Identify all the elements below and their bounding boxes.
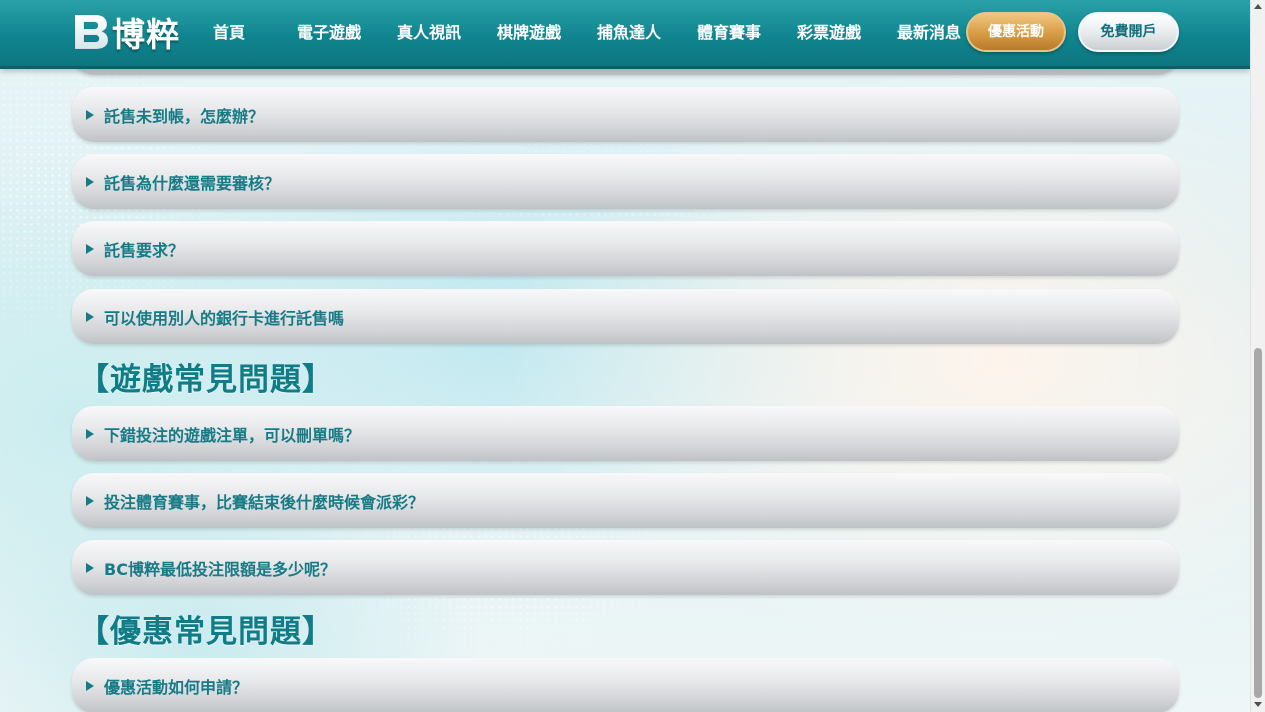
scroll-up-arrow-icon[interactable] <box>1254 4 1262 9</box>
expand-triangle-icon <box>86 243 94 254</box>
expand-triangle-icon <box>86 176 94 187</box>
expand-triangle-icon <box>86 109 94 120</box>
nav-lottery[interactable]: 彩票遊戲 <box>779 0 879 66</box>
site-logo[interactable]: 博粹 <box>72 10 180 54</box>
faq-question: 託售要求？ <box>104 240 185 260</box>
logo-text: 博粹 <box>112 15 180 54</box>
section-title-game-faq: 【遊戲常見問題】 <box>78 362 334 398</box>
faq-question: 可以使用別人的銀行卡進行託售嗎 <box>104 308 345 328</box>
faq-item[interactable]: 託售要求？ <box>72 221 1179 276</box>
scroll-thumb[interactable] <box>1254 348 1262 698</box>
section-title-promo-faq: 【優惠常見問題】 <box>78 614 334 650</box>
main-nav: 首頁 電子遊戲 真人視訊 棋牌遊戲 捕魚達人 體育賽事 彩票遊戲 最新消息 <box>196 0 979 66</box>
nav-slot-games[interactable]: 電子遊戲 <box>279 0 379 66</box>
page-scrollbar[interactable] <box>1250 0 1265 712</box>
signup-button[interactable]: 免費開戶 <box>1078 12 1179 52</box>
expand-triangle-icon <box>86 680 94 691</box>
faq-item[interactable]: 下錯投注的遊戲注單，可以刪單嗎？ <box>72 406 1179 461</box>
expand-triangle-icon <box>86 562 94 573</box>
nav-news[interactable]: 最新消息 <box>879 0 979 66</box>
faq-question: BC博粹最低投注限額是多少呢？ <box>104 559 336 579</box>
faq-item[interactable]: 可以使用別人的銀行卡進行託售嗎 <box>72 289 1179 344</box>
promo-button[interactable]: 優惠活動 <box>966 12 1066 52</box>
nav-live-casino[interactable]: 真人視訊 <box>379 0 479 66</box>
expand-triangle-icon <box>86 428 94 439</box>
faq-item[interactable]: 託售為什麼還需要審核？ <box>72 154 1179 209</box>
logo-b-icon <box>74 14 109 50</box>
nav-sports[interactable]: 體育賽事 <box>679 0 779 66</box>
nav-home[interactable]: 首頁 <box>196 0 262 66</box>
nav-card-games[interactable]: 棋牌遊戲 <box>479 0 579 66</box>
faq-question: 下錯投注的遊戲注單，可以刪單嗎？ <box>104 425 361 445</box>
faq-item[interactable]: 託售未到帳，怎麼辦？ <box>72 87 1179 142</box>
faq-item[interactable]: BC博粹最低投注限額是多少呢？ <box>72 540 1179 595</box>
faq-item[interactable]: 投注體育賽事，比賽結束後什麼時候會派彩？ <box>72 473 1179 528</box>
faq-question: 優惠活動如何申請？ <box>104 677 249 697</box>
scroll-down-arrow-icon[interactable] <box>1254 702 1262 707</box>
faq-item[interactable]: 優惠活動如何申請？ <box>72 658 1179 712</box>
expand-triangle-icon <box>86 311 94 322</box>
site-header: 博粹 首頁 電子遊戲 真人視訊 棋牌遊戲 捕魚達人 體育賽事 彩票遊戲 最新消息… <box>0 0 1250 69</box>
faq-question: 投注體育賽事，比賽結束後什麼時候會派彩？ <box>104 492 425 512</box>
faq-question: 託售未到帳，怎麼辦？ <box>104 106 265 126</box>
faq-question: 託售為什麼還需要審核？ <box>104 173 281 193</box>
nav-fishing[interactable]: 捕魚達人 <box>579 0 679 66</box>
expand-triangle-icon <box>86 495 94 506</box>
